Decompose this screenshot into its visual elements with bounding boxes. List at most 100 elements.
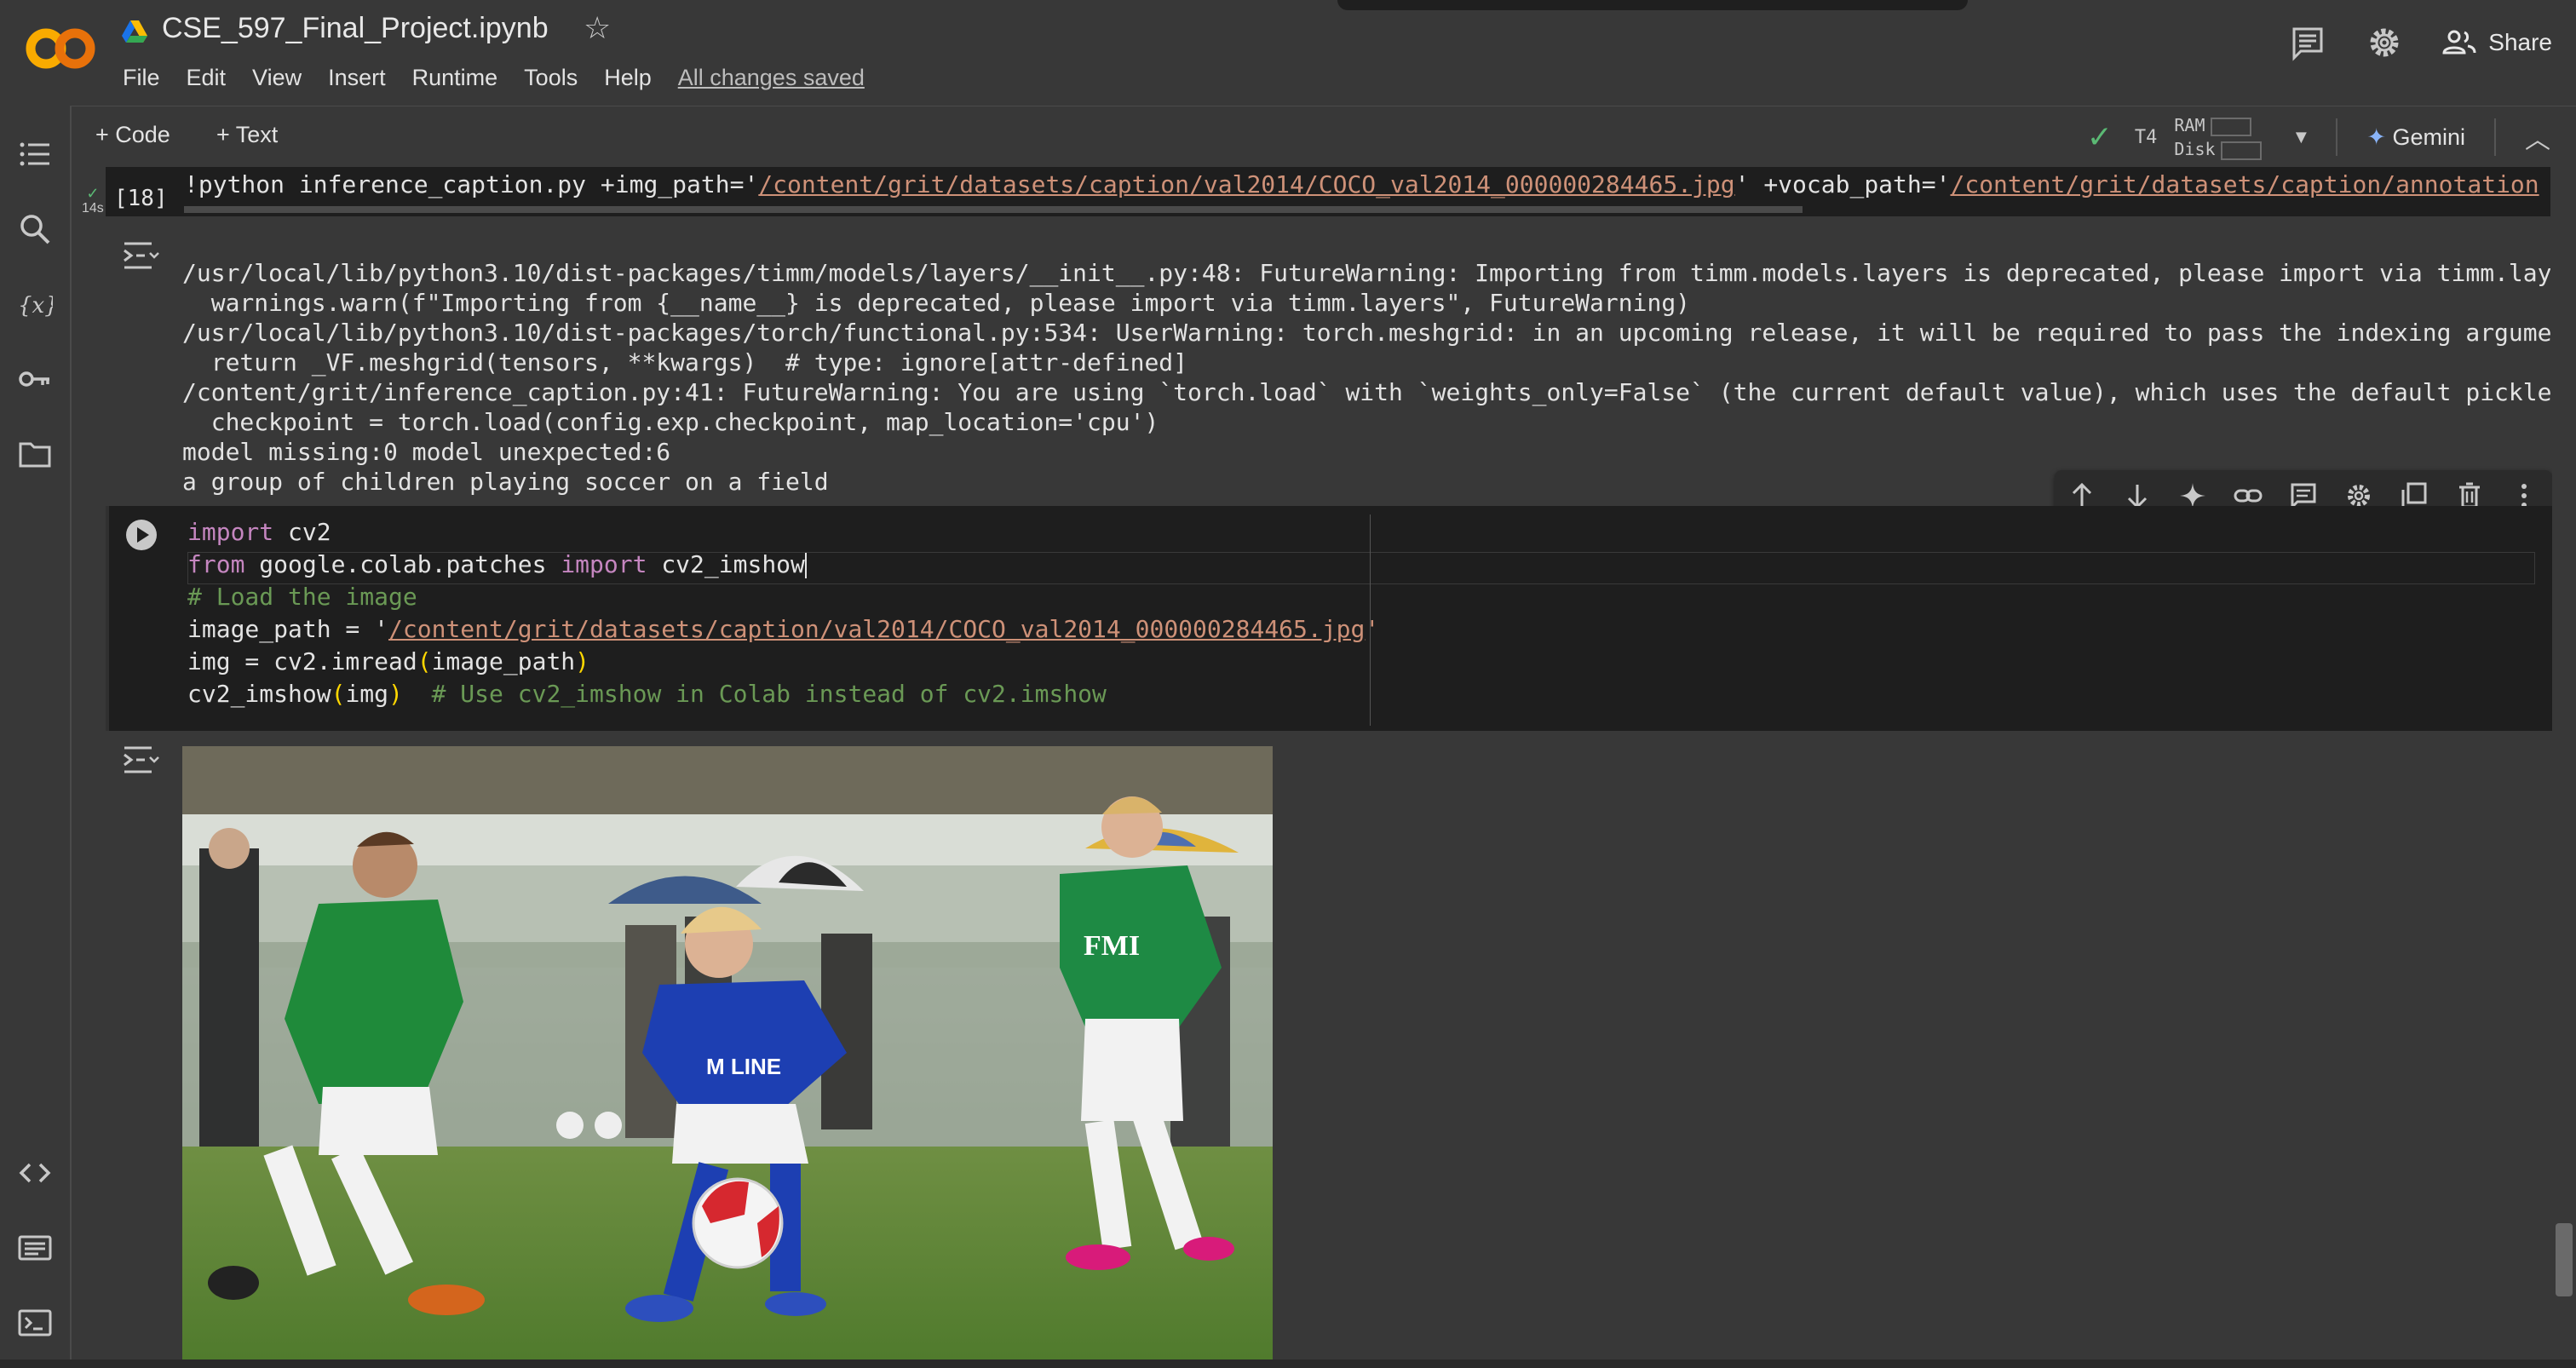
text-cursor [804, 553, 807, 578]
status-strip [0, 1359, 2576, 1368]
secrets-key-icon[interactable] [17, 361, 53, 397]
notebook-title[interactable]: CSE_597_Final_Project.ipynb [162, 12, 549, 45]
code-text: cv2_imshow [647, 550, 805, 578]
menu-edit[interactable]: Edit [187, 65, 227, 91]
code-line: cv2_imshow(img) # Use cv2_imshow in Cola… [187, 678, 1379, 710]
code-text: ' [1365, 615, 1380, 643]
jersey-text: FMI [1084, 930, 1140, 962]
code-paren: ( [417, 647, 432, 675]
command-palette-icon[interactable] [17, 1230, 53, 1266]
code-text: image_path = ' [187, 615, 389, 643]
exec-time: 14s [82, 201, 104, 216]
colab-logo[interactable] [24, 19, 97, 78]
share-label: Share [2488, 29, 2552, 55]
code-cell-current[interactable]: import cv2 from google.colab.patches imp… [106, 506, 2552, 731]
code-keyword: from [187, 550, 245, 578]
gemini-button[interactable]: ✦ Gemini [2366, 124, 2465, 151]
ram-usage-graph [2210, 117, 2251, 136]
output-actions-icon[interactable] [119, 743, 160, 777]
code-line: from google.colab.patches import cv2_ims… [187, 549, 1379, 581]
code-string: /content/grit/datasets/caption/annotatio… [1950, 170, 2539, 198]
output-line: /content/grit/inference_caption.py:41: F… [182, 378, 2550, 406]
code-snippets-icon[interactable] [17, 1155, 53, 1191]
code-keyword: import [561, 550, 647, 578]
run-cell-icon[interactable] [124, 518, 158, 552]
code-comment: # Load the image [187, 583, 417, 611]
variables-icon[interactable]: {x} [17, 286, 53, 322]
output-actions-icon[interactable] [119, 239, 160, 273]
save-status-link[interactable]: All changes saved [678, 65, 865, 91]
runtime-status: ✓ T4 RAM Disk ▼ ✦ Gemini ︿ [2087, 113, 2576, 161]
code-keyword: import [187, 518, 274, 546]
add-code-button[interactable]: + Code [95, 122, 170, 148]
output-line: return _VF.meshgrid(tensors, **kwargs) #… [182, 348, 1188, 376]
table-of-contents-icon[interactable] [17, 136, 53, 172]
code-string: /content/grit/datasets/caption/val2014/C… [388, 615, 1366, 643]
settings-gear-icon[interactable] [2366, 24, 2403, 61]
collapse-header-icon[interactable]: ︿ [2525, 118, 2550, 156]
code-comment: # Use cv2_imshow in Colab instead of cv2… [402, 680, 1107, 708]
comments-icon[interactable] [2289, 24, 2326, 61]
output-line: warnings.warn(f"Importing from {__name__… [182, 289, 1691, 317]
search-icon[interactable] [17, 211, 53, 247]
code-text: cv2 [273, 518, 331, 546]
connected-check-icon: ✓ [2086, 119, 2113, 154]
top-header: CSE_597_Final_Project.ipynb ☆ File Edit … [0, 0, 2576, 106]
output-line: checkpoint = torch.load(config.exp.check… [182, 408, 1159, 436]
share-button[interactable]: Share [2442, 29, 2552, 56]
menu-tools[interactable]: Tools [524, 65, 578, 91]
menu-help[interactable]: Help [604, 65, 652, 91]
code-paren: ) [388, 680, 403, 708]
notification-popup-edge [1337, 0, 1968, 10]
cell-code-editor[interactable]: import cv2 from google.colab.patches imp… [187, 516, 1379, 710]
jersey-text: M LINE [706, 1054, 781, 1079]
code-line: img = cv2.imread(image_path) [187, 646, 1379, 678]
left-sidebar: {x} [0, 106, 72, 1368]
code-text: img [345, 680, 389, 708]
add-text-button[interactable]: + Text [216, 122, 278, 148]
gemini-label: Gemini [2392, 124, 2465, 150]
output-line: /usr/local/lib/python3.10/dist-packages/… [182, 259, 2550, 287]
code-text: !python inference_caption.py +img_path=' [184, 170, 759, 198]
terminal-icon[interactable] [17, 1305, 53, 1341]
code-text: img = cv2.imread [187, 647, 417, 675]
code-line: import cv2 [187, 516, 1379, 549]
code-cell-18[interactable]: ✓ 14s [18] !python inference_caption.py +… [82, 167, 2550, 216]
code-string: /content/grit/datasets/caption/val2014/C… [758, 170, 1735, 198]
code-line: image_path = '/content/grit/datasets/cap… [187, 613, 1379, 646]
gemini-sparkle-icon: ✦ [2366, 124, 2386, 150]
people-icon [2442, 30, 2476, 55]
disk-usage-graph [2220, 141, 2262, 160]
runtime-dropdown-icon[interactable]: ▼ [2292, 126, 2311, 148]
code-text: google.colab.patches [244, 550, 561, 578]
resource-monitor[interactable]: RAM Disk [2174, 113, 2262, 161]
ram-label: RAM [2174, 115, 2205, 135]
output-line: model missing:0 model unexpected:6 [182, 438, 671, 466]
code-paren: ) [575, 647, 590, 675]
output-image-soccer-children: M LINE FMI [182, 746, 1273, 1368]
code-paren: ( [331, 680, 346, 708]
execution-count: [18] [114, 186, 168, 211]
cell-code[interactable]: !python inference_caption.py +img_path='… [184, 169, 2539, 201]
svg-text:{x}: {x} [18, 293, 53, 319]
notebook-scrollbar[interactable] [2552, 167, 2576, 1368]
menu-view[interactable]: View [252, 65, 302, 91]
horizontal-scrollbar[interactable] [184, 206, 1803, 213]
divider [2494, 118, 2496, 156]
star-icon[interactable]: ☆ [584, 10, 611, 46]
menu-runtime[interactable]: Runtime [412, 65, 498, 91]
files-folder-icon[interactable] [17, 436, 53, 472]
code-text: cv2_imshow [187, 680, 331, 708]
google-drive-icon [122, 20, 147, 43]
notebook-area: ✓ 14s [18] !python inference_caption.py +… [72, 167, 2552, 1368]
notebook-toolbar: + Code + Text ✓ T4 RAM Disk ▼ ✦ Gemini ︿ [72, 106, 2576, 168]
menu-file[interactable]: File [123, 65, 160, 91]
disk-label: Disk [2174, 139, 2216, 159]
code-text: image_path [431, 647, 576, 675]
cell-exec-status: ✓ 14s [82, 185, 104, 216]
cell-18-output: /usr/local/lib/python3.10/dist-packages/… [106, 216, 2550, 497]
scrollbar-thumb[interactable] [2556, 1223, 2573, 1296]
code-text: ' +vocab_path=' [1734, 170, 1951, 198]
runtime-type[interactable]: T4 [2135, 127, 2158, 148]
menu-insert[interactable]: Insert [328, 65, 386, 91]
